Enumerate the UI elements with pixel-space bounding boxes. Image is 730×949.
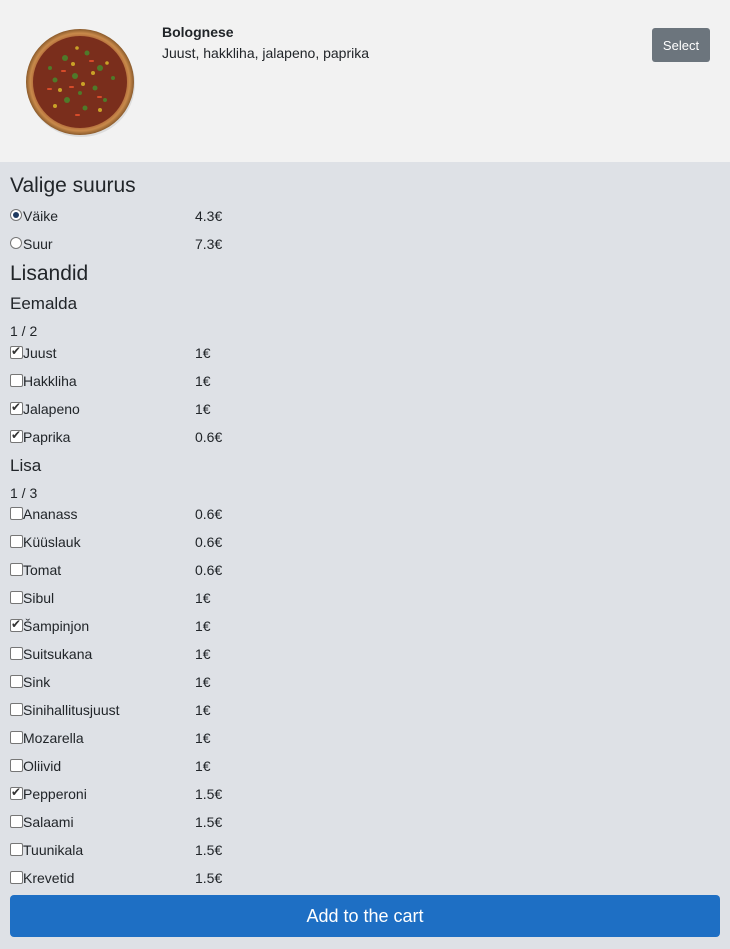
- checkbox-checked[interactable]: [10, 344, 23, 359]
- topping-price: 1€: [195, 758, 211, 774]
- topping-option[interactable]: Mozarella 1€: [10, 728, 270, 748]
- checkbox-unchecked[interactable]: [10, 507, 23, 520]
- checkbox-unchecked[interactable]: [10, 647, 23, 660]
- checkbox-unchecked[interactable]: [10, 703, 23, 716]
- topping-price: 1€: [195, 674, 211, 690]
- topping-price: 1€: [195, 345, 211, 361]
- checkbox-checked[interactable]: [10, 428, 23, 443]
- pizza-image: [25, 28, 137, 138]
- add-to-cart-button[interactable]: Add to the cart: [10, 895, 720, 937]
- checkbox-unchecked[interactable]: [10, 731, 23, 744]
- topping-price: 0.6€: [195, 534, 223, 550]
- topping-label: Sinihallitusjuust: [23, 702, 120, 718]
- topping-label: Sibul: [23, 590, 55, 606]
- checkbox-unchecked[interactable]: [10, 675, 23, 688]
- pizza-description: Juust, hakkliha, jalapeno, paprika: [162, 45, 370, 61]
- topping-price: 1€: [195, 373, 211, 389]
- checkbox-unchecked[interactable]: [10, 535, 23, 548]
- remove-counter: 1 / 2: [10, 323, 38, 339]
- topping-option[interactable]: Sibul 1€: [10, 588, 270, 608]
- checkbox-unchecked[interactable]: [10, 815, 23, 828]
- topping-price: 1€: [195, 590, 211, 606]
- add-section-title: Lisa: [10, 456, 42, 475]
- topping-option[interactable]: Jalapeno 1€: [10, 399, 270, 419]
- topping-option[interactable]: Tomat 0.6€: [10, 560, 270, 580]
- topping-label: Küüslauk: [23, 534, 81, 550]
- pizza-header: Bolognese Juust, hakkliha, jalapeno, pap…: [0, 0, 730, 162]
- topping-label: Krevetid: [23, 870, 75, 886]
- topping-price: 0.6€: [195, 506, 223, 522]
- topping-label: Pepperoni: [23, 786, 87, 802]
- select-button[interactable]: Select: [652, 28, 710, 62]
- topping-option[interactable]: Hakkliha 1€: [10, 371, 270, 391]
- topping-option[interactable]: Juust 1€: [10, 343, 270, 363]
- size-option-small[interactable]: Väike 4.3€: [10, 206, 270, 226]
- checkbox-checked[interactable]: [10, 400, 23, 415]
- checkbox-unchecked[interactable]: [10, 871, 23, 884]
- topping-label: Juust: [23, 345, 57, 361]
- topping-option[interactable]: Sinihallitusjuust 1€: [10, 700, 270, 720]
- pizza-name: Bolognese: [162, 24, 234, 40]
- topping-label: Salaami: [23, 814, 74, 830]
- size-option-large[interactable]: Suur 7.3€: [10, 234, 270, 254]
- checkbox-unchecked[interactable]: [10, 591, 23, 604]
- topping-label: Tuunikala: [23, 842, 84, 858]
- checkbox-unchecked[interactable]: [10, 759, 23, 772]
- topping-label: Sink: [23, 674, 51, 690]
- topping-label: Ananass: [23, 506, 78, 522]
- checkbox-checked[interactable]: [10, 785, 23, 800]
- radio-selected[interactable]: [10, 209, 22, 221]
- topping-label: Hakkliha: [23, 373, 77, 389]
- topping-option[interactable]: Suitsukana 1€: [10, 644, 270, 664]
- size-section-title: Valige suurus: [10, 174, 136, 197]
- topping-option[interactable]: Šampinjon 1€: [10, 616, 270, 636]
- topping-label: Tomat: [23, 562, 62, 578]
- topping-label: Suitsukana: [23, 646, 93, 662]
- topping-option[interactable]: Paprika 0.6€: [10, 427, 270, 447]
- remove-section-title: Eemalda: [10, 294, 78, 313]
- topping-option[interactable]: Oliivid 1€: [10, 756, 270, 776]
- topping-price: 1€: [195, 618, 211, 634]
- checkbox-unchecked[interactable]: [10, 843, 23, 856]
- topping-price: 1€: [195, 401, 211, 417]
- topping-price: 0.6€: [195, 429, 223, 445]
- topping-option[interactable]: Küüslauk 0.6€: [10, 532, 270, 552]
- size-option-price: 4.3€: [195, 208, 223, 224]
- topping-option[interactable]: Pepperoni 1.5€: [10, 784, 270, 804]
- topping-price: 1.5€: [195, 786, 223, 802]
- topping-price: 1.5€: [195, 814, 223, 830]
- size-option-label: Suur: [23, 236, 53, 252]
- radio-unselected[interactable]: [10, 237, 22, 249]
- extras-title: Lisandid: [10, 262, 89, 285]
- checkbox-unchecked[interactable]: [10, 374, 23, 387]
- topping-option[interactable]: Salaami 1.5€: [10, 812, 270, 832]
- topping-price: 1€: [195, 702, 211, 718]
- topping-price: 1€: [195, 646, 211, 662]
- topping-price: 1€: [195, 730, 211, 746]
- topping-label: Mozarella: [23, 730, 84, 746]
- add-counter: 1 / 3: [10, 485, 38, 501]
- topping-label: Šampinjon: [23, 618, 90, 634]
- topping-price: 1.5€: [195, 842, 223, 858]
- checkbox-checked[interactable]: [10, 617, 23, 632]
- topping-option[interactable]: Ananass 0.6€: [10, 504, 270, 524]
- topping-option[interactable]: Tuunikala 1.5€: [10, 840, 270, 860]
- topping-label: Oliivid: [23, 758, 62, 774]
- size-option-label: Väike: [23, 208, 59, 224]
- topping-option[interactable]: Krevetid 1.5€: [10, 868, 270, 888]
- topping-price: 1.5€: [195, 870, 223, 886]
- size-option-price: 7.3€: [195, 236, 223, 252]
- topping-option[interactable]: Sink 1€: [10, 672, 270, 692]
- topping-price: 0.6€: [195, 562, 223, 578]
- topping-label: Paprika: [23, 429, 71, 445]
- topping-label: Jalapeno: [23, 401, 80, 417]
- checkbox-unchecked[interactable]: [10, 563, 23, 576]
